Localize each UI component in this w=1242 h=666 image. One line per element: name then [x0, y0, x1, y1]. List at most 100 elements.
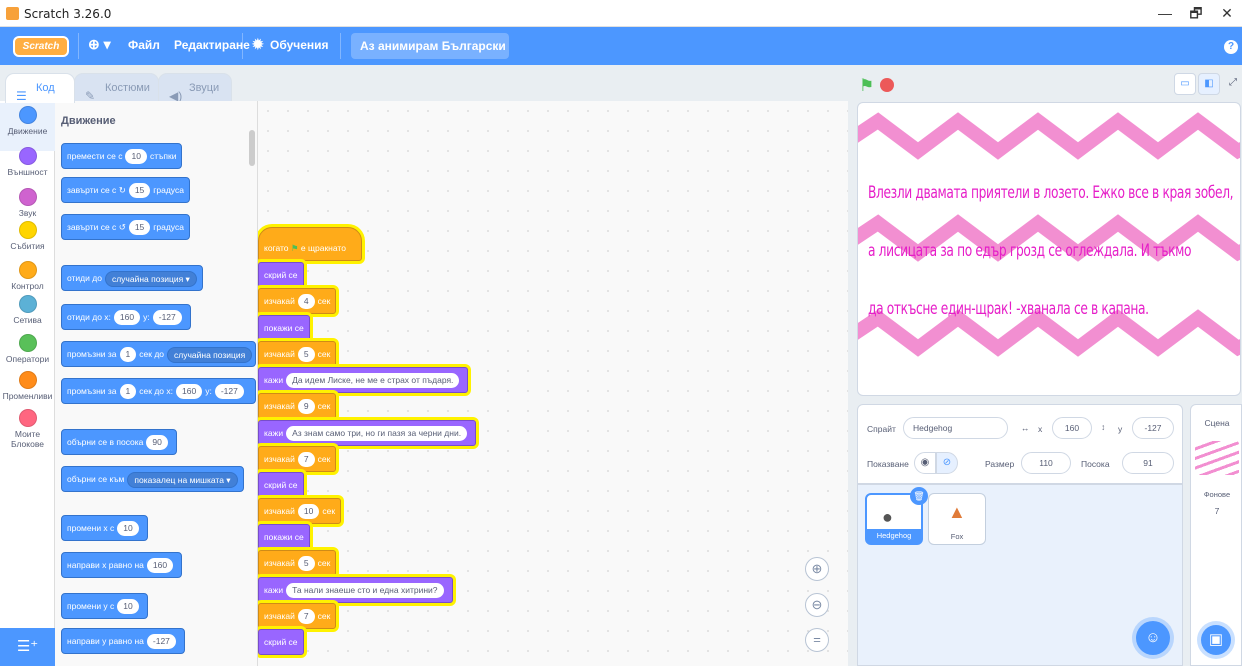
script-block-when-flag-clicked[interactable]: когато ⚑ е щракнато	[258, 227, 362, 261]
block-input[interactable]: Аз знам само три, но ги пазя за черни дн…	[286, 426, 468, 442]
block-input[interactable]: 7	[297, 452, 315, 468]
y-input[interactable]: -127	[1132, 417, 1174, 439]
menu-edit[interactable]: Редактиране	[174, 38, 250, 52]
delete-sprite-icon[interactable]: 🗑	[910, 487, 928, 505]
block-input[interactable]: 9	[297, 399, 315, 415]
menu-tutorials[interactable]: Обучения	[270, 38, 329, 52]
block-dropdown[interactable]: случайна позиция	[167, 346, 253, 363]
palette-scrollbar[interactable]	[249, 130, 255, 166]
block-input[interactable]: 10	[297, 504, 320, 520]
tab-code[interactable]: ☰ Код	[5, 73, 75, 103]
block-input[interactable]: 15	[128, 183, 151, 199]
add-extension-icon[interactable]: ☰⁺	[0, 628, 55, 666]
scratch-logo[interactable]: Scratch	[13, 36, 69, 57]
palette-block-set-y[interactable]: направи y равно на -127	[61, 628, 185, 654]
show-sprite-icon[interactable]: ◉	[914, 452, 936, 474]
backdrop-thumbnail[interactable]	[1195, 441, 1239, 475]
block-input[interactable]: 160	[176, 384, 203, 400]
menu-file[interactable]: Файл	[128, 38, 160, 52]
block-input[interactable]: 1	[119, 384, 137, 400]
palette-block-turn-right[interactable]: завърти се с ↻ 15 градуса	[61, 177, 190, 203]
close-button[interactable]: ✕	[1212, 3, 1242, 23]
block-input[interactable]: -127	[146, 634, 176, 650]
language-globe-icon[interactable]: ⊕ ▾	[88, 36, 111, 53]
tab-costumes[interactable]: ✎ Костюми	[74, 73, 159, 103]
block-text: изчакай	[264, 454, 295, 464]
script-block-hide[interactable]: скрий се	[258, 262, 304, 288]
x-input[interactable]: 160	[1052, 417, 1092, 439]
sprite-tile-fox[interactable]: ▲ Fox	[928, 493, 986, 545]
script-block-wait[interactable]: изчакай 7 сек	[258, 446, 337, 472]
palette-block-set-x[interactable]: направи x равно на 160	[61, 552, 183, 578]
block-input[interactable]: 90	[146, 435, 168, 451]
add-backdrop-icon[interactable]: ▣	[1201, 625, 1231, 655]
size-input[interactable]: 110	[1021, 452, 1071, 474]
green-flag-icon[interactable]: ⚑	[859, 76, 874, 96]
zoom-in-icon[interactable]: ⊕	[805, 557, 829, 581]
direction-input[interactable]: 91	[1122, 452, 1174, 474]
palette-block-goto[interactable]: отиди до случайна позиция ▾	[61, 265, 203, 291]
script-block-wait[interactable]: изчакай 7 сек	[258, 603, 337, 629]
hide-sprite-icon[interactable]: ⊘	[936, 452, 958, 474]
script-block-wait[interactable]: изчакай 5 сек	[258, 550, 337, 576]
script-block-show[interactable]: покажи се	[258, 524, 310, 550]
palette-block-change-x[interactable]: промени x с 10	[61, 515, 148, 541]
block-input[interactable]: 160	[113, 310, 141, 326]
script-block-say[interactable]: кажи Да идем Лиске, не ме е страх от пъда…	[258, 367, 469, 393]
sprite-tile-hedgehog[interactable]: ● 🗑 Hedgehog	[865, 487, 928, 545]
palette-block-glide-xy[interactable]: промъзни за 1 сек до x: 160 y: -127	[61, 378, 256, 404]
script-block-say[interactable]: кажи Та нали знаеше сто и една хитрини?	[258, 577, 453, 603]
sprite-name-input[interactable]: Hedgehog	[903, 417, 1008, 439]
category-my-blocks[interactable]: Моите Блокове	[0, 406, 55, 449]
tab-sounds[interactable]: ◀) Звуци	[158, 73, 232, 103]
block-input[interactable]: 160	[146, 558, 174, 574]
palette-block-point-direction[interactable]: обърни се в посока 90	[61, 429, 177, 455]
block-input[interactable]: 10	[117, 521, 139, 537]
block-dropdown[interactable]: случайна позиция ▾	[104, 270, 197, 287]
project-title-input[interactable]: Аз анимирам Български ...	[351, 33, 509, 59]
fullscreen-icon[interactable]: ⤢	[1222, 73, 1242, 95]
block-input[interactable]: -127	[214, 384, 244, 400]
block-input[interactable]: 5	[297, 347, 315, 363]
palette-block-move[interactable]: премести се с 10 стъпки	[61, 143, 183, 169]
block-input[interactable]: 4	[297, 294, 315, 310]
add-sprite-icon[interactable]: ☺	[1136, 621, 1170, 655]
block-input[interactable]: 1	[119, 347, 137, 363]
stop-icon[interactable]	[880, 78, 894, 92]
block-input[interactable]: 5	[297, 556, 315, 572]
script-block-wait[interactable]: изчакай 4 сек	[258, 288, 337, 314]
block-input[interactable]: Да идем Лиске, не ме е страх от пъдаря.	[286, 373, 460, 389]
palette-block-goto-xy[interactable]: отиди до x: 160 y: -127	[61, 304, 191, 330]
block-input[interactable]: 7	[297, 609, 315, 625]
block-dropdown[interactable]: показалец на мишката ▾	[127, 471, 238, 488]
block-input[interactable]: -127	[152, 310, 182, 326]
palette-block-glide[interactable]: промъзни за 1 сек до случайна позиция	[61, 341, 256, 367]
help-icon[interactable]: ?	[1224, 40, 1238, 54]
script-block-wait[interactable]: изчакай 5 сек	[258, 341, 337, 367]
script-block-say[interactable]: кажи Аз знам само три, но ги пазя за черн…	[258, 420, 477, 446]
palette-block-change-y[interactable]: промени y с 10	[61, 593, 148, 619]
stage-canvas[interactable]: Влезли двамата приятели в лозето. Ежко в…	[857, 102, 1241, 396]
script-block-hide[interactable]: скрий се	[258, 472, 304, 498]
normal-stage-icon[interactable]: ◧	[1198, 73, 1220, 95]
block-text: обърни се към	[67, 474, 125, 484]
zoom-out-icon[interactable]: ⊖	[805, 593, 829, 617]
script-block-show[interactable]: покажи се	[258, 315, 310, 341]
script-block-wait[interactable]: изчакай 10 сек	[258, 498, 342, 524]
restore-button[interactable]: 🗗	[1181, 3, 1211, 23]
palette-block-point-towards[interactable]: обърни се към показалец на мишката ▾	[61, 466, 244, 492]
script-area[interactable]: когато ⚑ е щракнато скрий се изчакай 4 сек…	[258, 101, 848, 666]
palette-block-turn-left[interactable]: завърти се с ↺ 15 градуса	[61, 214, 190, 240]
script-block-wait[interactable]: изчакай 9 сек	[258, 393, 337, 419]
block-input[interactable]: 10	[117, 599, 139, 615]
palette-title: Движение	[61, 115, 116, 127]
small-stage-icon[interactable]: ▭	[1174, 73, 1196, 95]
script-block-hide[interactable]: скрий се	[258, 629, 304, 655]
block-input[interactable]: 10	[125, 149, 147, 165]
block-input[interactable]: Та нали знаеше сто и една хитрини?	[286, 583, 444, 599]
block-input[interactable]: 15	[128, 220, 151, 236]
zoom-reset-icon[interactable]: =	[805, 628, 829, 652]
minimize-button[interactable]: —	[1150, 3, 1180, 23]
sprite-list: ● 🗑 Hedgehog ▲ Fox ☺	[857, 484, 1183, 666]
scene-panel[interactable]: Сцена Фонове 7 ▣	[1190, 404, 1242, 666]
